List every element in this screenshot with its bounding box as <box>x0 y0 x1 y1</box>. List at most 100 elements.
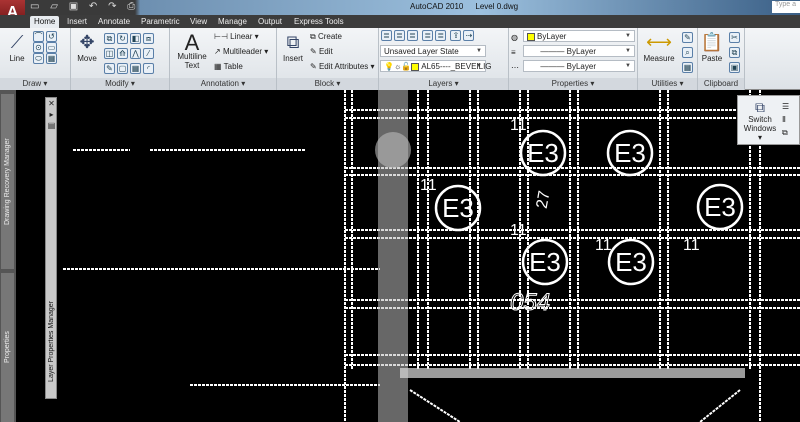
annotation-panel: A Multiline Text ⊢⊣ Linear ▾ ↗ Multileader… <box>170 28 277 90</box>
layers-label: Layers <box>428 79 453 88</box>
edit-attributes-label: Edit Attributes <box>318 62 369 71</box>
app-name: AutoCAD 2010 <box>410 2 464 11</box>
tab-parametric[interactable]: Parametric <box>137 16 184 28</box>
layer-dropdown[interactable]: 💡☼🔓 AL65----_BEVEILIG ▼ <box>380 60 492 72</box>
move-button[interactable]: ✥ Move <box>74 32 100 63</box>
tab-home[interactable]: Home <box>30 16 60 28</box>
paste-button[interactable]: 📋 Paste <box>700 32 724 63</box>
annotation-panel-label[interactable]: Annotation ▾ <box>170 78 276 90</box>
close-icon[interactable]: ✕ <box>47 99 56 108</box>
lineweight-value: ByLayer <box>566 62 596 71</box>
auto-hide-icon[interactable]: ▸ <box>47 110 56 119</box>
circuit-number: 27 <box>534 189 554 210</box>
layers-panel-label[interactable]: Layers ▾ <box>379 78 508 90</box>
modify-label: Modify <box>105 79 129 88</box>
clipboard-tools[interactable]: ✂ ⧉ ▣ <box>729 30 742 75</box>
title-bar: ▭ ▱ ▣ ↶ ↷ ⎙ AutoCAD 2010 Level 0.dwg Type… <box>0 0 800 15</box>
column-head <box>375 132 411 168</box>
layer-tools[interactable]: ≣ ≣ ≣ ≣ ≣ ⇪ ⇢ <box>381 30 476 41</box>
property-icons: ◍ ≡ ⋯ <box>511 33 519 72</box>
insert-block-icon: ⧉ <box>286 32 300 52</box>
linetype-value: ByLayer <box>566 47 596 56</box>
drawing-canvas[interactable]: E3 E3 E3 E3 E3 E3 11 11 11 11 11 27 054 <box>0 90 800 422</box>
multileader-button[interactable]: ↗ Multileader ▾ <box>214 47 268 56</box>
utility-tools[interactable]: ✎ ⌕ ▦ <box>682 30 695 75</box>
quick-access-toolbar[interactable]: ▭ ▱ ▣ ↶ ↷ ⎙ <box>30 1 139 12</box>
file-name: Level 0.dwg <box>475 2 519 11</box>
draw-panel-label[interactable]: Draw ▾ <box>0 78 70 90</box>
line-icon: ⟋ <box>10 32 24 52</box>
line-label: Line <box>9 54 25 63</box>
modify-panel: ✥ Move ⧉ ↻ ◧ ⧈ ◫ ⟰ ⋀ ⁄ ✎ ▢ ▦ ◜ Modify ▾ <box>71 28 170 90</box>
multiline-label: Multiline <box>177 52 207 61</box>
lineweight-dropdown[interactable]: ——— ByLayer ▼ <box>523 60 635 72</box>
tag-e3: E3 <box>442 193 474 223</box>
circuit-number: 11 <box>683 237 700 254</box>
utilities-label: Utilities <box>651 79 678 88</box>
switch-windows-icon: ⧉ <box>755 99 765 115</box>
utilities-panel-label[interactable]: Utilities ▾ <box>638 78 697 90</box>
tab-manage[interactable]: Manage <box>214 16 251 28</box>
layer-properties-manager-palette[interactable]: ✕ ▸ ▤ Layer Properties Manager <box>45 97 57 399</box>
create-label: Create <box>317 32 342 41</box>
window-arrange-tools[interactable]: ☰ Ⅱ ⧉ <box>782 100 789 139</box>
block-panel-label[interactable]: Block ▾ <box>277 78 378 90</box>
color-dropdown[interactable]: ByLayer ▼ <box>523 30 635 42</box>
draw-label: Draw <box>22 79 42 88</box>
block-panel: ⧉ Insert ⧉ Create ✎ Edit ✎ Edit Attribute… <box>277 28 379 90</box>
multileader-label: Multileader <box>222 47 263 56</box>
palette-tabs: Drawing Recovery Manager Properties <box>0 90 16 422</box>
properties-panel-label[interactable]: Properties ▾ <box>509 78 637 90</box>
table-button[interactable]: ▦ Table <box>214 62 243 71</box>
layer-state-dropdown[interactable]: Unsaved Layer State ▼ <box>380 45 486 57</box>
text-label: Text <box>184 61 200 70</box>
tab-view[interactable]: View <box>186 16 211 28</box>
linetype-dropdown[interactable]: ——— ByLayer ▼ <box>523 45 635 57</box>
paste-label: Paste <box>701 54 723 63</box>
properties-panel: ByLayer ▼ ——— ByLayer ▼ ——— ByLayer ▼ ◍ ≡ ⋯ P… <box>509 28 638 90</box>
linear-button[interactable]: ⊢⊣ Linear ▾ <box>214 32 259 41</box>
tag-e3: E3 <box>529 247 561 277</box>
window-title: AutoCAD 2010 Level 0.dwg <box>410 2 530 11</box>
e3-symbols <box>434 129 744 286</box>
insert-label: Insert <box>282 54 303 63</box>
edit-label: Edit <box>318 47 333 56</box>
color-value: ByLayer <box>537 32 567 41</box>
multiline-text-button[interactable]: A Multiline Text <box>175 30 209 70</box>
paste-icon: 📋 <box>700 32 724 52</box>
tab-annotate[interactable]: Annotate <box>94 16 134 28</box>
edit-block-button[interactable]: ✎ Edit <box>310 47 333 56</box>
window-panel-popup: ⧉ Switch Windows ▾ ☰ Ⅱ ⧉ <box>737 95 800 145</box>
modify-tools[interactable]: ⧉ ↻ ◧ ⧈ ◫ ⟰ ⋀ ⁄ ✎ ▢ ▦ ◜ <box>104 31 156 76</box>
switch-windows-button[interactable]: ⧉ Switch Windows ▾ <box>742 99 778 142</box>
circuit-number: 11 <box>510 117 527 134</box>
tag-e3: E3 <box>614 138 646 168</box>
draw-tools[interactable]: ⌒ ↺ ⊙ ▭ ⬭ ▦ <box>33 31 59 64</box>
properties-label: Properties <box>551 79 589 88</box>
insert-button[interactable]: ⧉ Insert <box>280 32 306 63</box>
layer-state-value: Unsaved Layer State <box>384 47 459 56</box>
command-search-input[interactable]: Type a <box>772 1 800 13</box>
circuit-number: 11 <box>595 237 612 254</box>
properties-menu-icon[interactable]: ▤ <box>47 121 56 130</box>
drawing: E3 E3 E3 E3 E3 E3 11 11 11 11 11 27 054 <box>63 90 800 422</box>
measure-icon: ⟷ <box>646 32 672 52</box>
tab-insert[interactable]: Insert <box>63 16 91 28</box>
room-number: 054 <box>510 289 550 316</box>
modify-panel-label[interactable]: Modify ▾ <box>71 78 169 90</box>
move-icon: ✥ <box>79 32 95 52</box>
tab-output[interactable]: Output <box>254 16 286 28</box>
color-swatch <box>527 32 535 41</box>
draw-panel: ⟋ Line ⌒ ↺ ⊙ ▭ ⬭ ▦ Draw ▾ <box>0 28 71 90</box>
measure-button[interactable]: ⟷ Measure <box>640 32 678 63</box>
windows-label: Windows <box>743 124 777 133</box>
create-block-button[interactable]: ⧉ Create <box>310 32 342 42</box>
linear-label: Linear <box>230 32 253 41</box>
line-button[interactable]: ⟋ Line <box>4 32 30 63</box>
ribbon: ⟋ Line ⌒ ↺ ⊙ ▭ ⬭ ▦ Draw ▾ ✥ Move ⧉ ↻ ◧ ⧈ ◫ ⟰ ⋀ ⁄ ✎ ▢ ▦ ◜ M… <box>0 28 800 90</box>
edit-attributes-button[interactable]: ✎ Edit Attributes ▾ <box>310 62 375 71</box>
drawing-recovery-manager-tab[interactable]: Drawing Recovery Manager <box>1 94 14 269</box>
tag-e3: E3 <box>527 138 559 168</box>
tab-express-tools[interactable]: Express Tools <box>290 16 348 28</box>
properties-tab[interactable]: Properties <box>1 273 14 422</box>
